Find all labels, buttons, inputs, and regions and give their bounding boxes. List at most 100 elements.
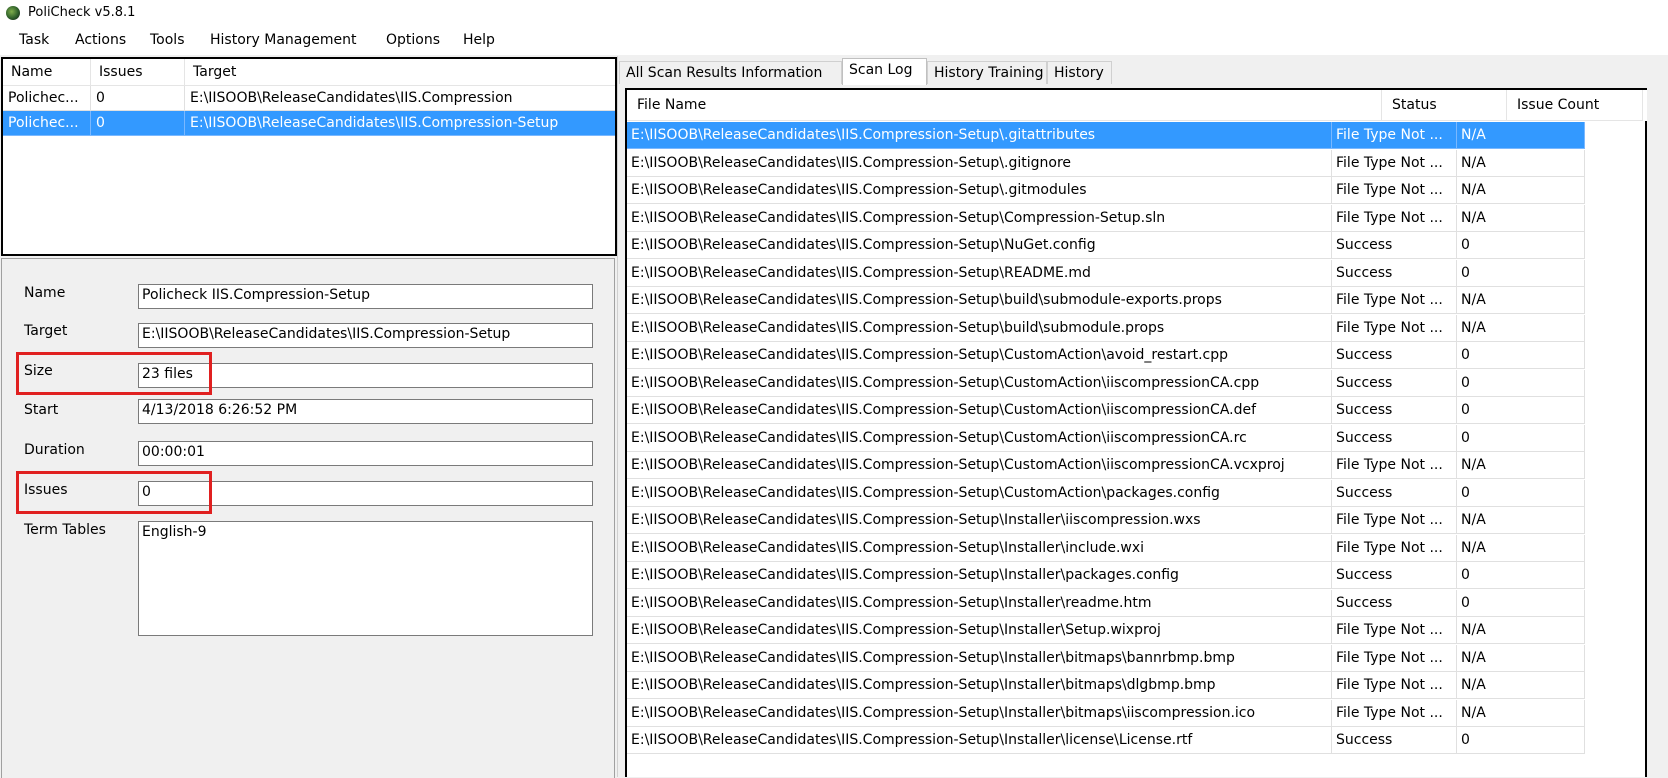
status-cell: File Type Not ... <box>1332 672 1457 699</box>
file-name-cell: E:\IISOOB\ReleaseCandidates\IIS.Compress… <box>627 232 1332 259</box>
term-tables-label: Term Tables <box>24 522 106 538</box>
issue-count-cell: N/A <box>1457 617 1585 644</box>
status-cell: File Type Not ... <box>1332 149 1457 177</box>
issue-count-cell: N/A <box>1457 452 1585 479</box>
column-header-status[interactable]: Status <box>1382 90 1507 121</box>
scan-log-grid: File Name Status Issue Count E:\IISOOB\R… <box>625 88 1647 777</box>
file-name-cell: E:\IISOOB\ReleaseCandidates\IIS.Compress… <box>627 314 1332 342</box>
issue-count-cell: N/A <box>1457 314 1585 342</box>
status-cell: File Type Not ... <box>1332 534 1457 562</box>
issue-count-cell: 0 <box>1457 424 1585 452</box>
status-cell: Success <box>1332 232 1457 259</box>
scan-issues: 0 <box>91 111 185 136</box>
issue-count-cell: N/A <box>1457 672 1585 699</box>
scan-log-header: File Name Status Issue Count <box>627 90 1647 121</box>
status-cell: File Type Not ... <box>1332 452 1457 479</box>
issue-count-cell: 0 <box>1457 259 1585 287</box>
issue-count-cell: 0 <box>1457 727 1585 754</box>
tab-all-scan-results[interactable]: All Scan Results Information <box>619 61 842 84</box>
tab-history-training[interactable]: History Training <box>927 61 1047 84</box>
term-tables-field[interactable]: English-9 <box>138 521 593 636</box>
menu-history-management[interactable]: History Management <box>210 32 356 48</box>
file-name-cell: E:\IISOOB\ReleaseCandidates\IIS.Compress… <box>627 562 1332 589</box>
file-name-cell: E:\IISOOB\ReleaseCandidates\IIS.Compress… <box>627 369 1332 397</box>
issue-count-cell: N/A <box>1457 534 1585 562</box>
file-name-cell: E:\IISOOB\ReleaseCandidates\IIS.Compress… <box>627 727 1332 754</box>
issue-count-cell: 0 <box>1457 589 1585 617</box>
name-field[interactable]: Policheck IIS.Compression-Setup <box>138 284 593 309</box>
status-cell: Success <box>1332 424 1457 452</box>
status-cell: Success <box>1332 397 1457 424</box>
column-header-name[interactable]: Name <box>3 59 91 85</box>
target-label: Target <box>24 323 68 339</box>
file-name-cell: E:\IISOOB\ReleaseCandidates\IIS.Compress… <box>627 699 1332 727</box>
scan-target: E:\IISOOB\ReleaseCandidates\IIS.Compress… <box>185 111 615 136</box>
file-name-cell: E:\IISOOB\ReleaseCandidates\IIS.Compress… <box>627 287 1332 314</box>
status-cell: Success <box>1332 727 1457 754</box>
scan-row-selected[interactable]: Polichec... 0 E:\IISOOB\ReleaseCandidate… <box>3 111 615 136</box>
issue-count-cell: 0 <box>1457 342 1585 369</box>
status-cell: Success <box>1332 369 1457 397</box>
status-cell: File Type Not ... <box>1332 314 1457 342</box>
menu-bar: Task Actions Tools History Management Op… <box>0 27 1668 55</box>
duration-field[interactable]: 00:00:01 <box>138 441 593 466</box>
file-name-cell: E:\IISOOB\ReleaseCandidates\IIS.Compress… <box>627 644 1332 672</box>
file-name-cell: E:\IISOOB\ReleaseCandidates\IIS.Compress… <box>627 149 1332 177</box>
status-cell: Success <box>1332 562 1457 589</box>
menu-tools[interactable]: Tools <box>150 32 185 48</box>
tab-scan-log[interactable]: Scan Log <box>842 58 927 85</box>
status-cell: Success <box>1332 342 1457 369</box>
scan-list: Name Issues Target Polichec... 0 E:\IISO… <box>1 57 617 256</box>
window-title: PoliCheck v5.8.1 <box>28 5 136 20</box>
file-name-cell: E:\IISOOB\ReleaseCandidates\IIS.Compress… <box>627 397 1332 424</box>
status-cell: File Type Not ... <box>1332 617 1457 644</box>
app-logo-icon <box>6 6 20 20</box>
status-cell: File Type Not ... <box>1332 177 1457 204</box>
menu-help[interactable]: Help <box>463 32 495 48</box>
column-header-file-name[interactable]: File Name <box>627 90 1382 121</box>
menu-options[interactable]: Options <box>386 32 440 48</box>
menu-actions[interactable]: Actions <box>75 32 126 48</box>
column-header-target[interactable]: Target <box>185 59 615 85</box>
file-name-cell: E:\IISOOB\ReleaseCandidates\IIS.Compress… <box>627 534 1332 562</box>
file-name-cell: E:\IISOOB\ReleaseCandidates\IIS.Compress… <box>627 424 1332 452</box>
column-header-issues[interactable]: Issues <box>91 59 185 85</box>
issue-count-cell: N/A <box>1457 287 1585 314</box>
scan-list-header: Name Issues Target <box>3 59 615 86</box>
status-cell: File Type Not ... <box>1332 699 1457 727</box>
scan-row[interactable]: Polichec... 0 E:\IISOOB\ReleaseCandidate… <box>3 86 615 111</box>
target-field[interactable]: E:\IISOOB\ReleaseCandidates\IIS.Compress… <box>138 323 593 348</box>
file-name-cell: E:\IISOOB\ReleaseCandidates\IIS.Compress… <box>627 177 1332 204</box>
status-cell: Success <box>1332 259 1457 287</box>
start-field[interactable]: 4/13/2018 6:26:52 PM <box>138 399 593 424</box>
status-cell: File Type Not ... <box>1332 644 1457 672</box>
issue-count-cell: 0 <box>1457 232 1585 259</box>
scan-name: Polichec... <box>3 86 91 111</box>
issue-count-cell: 0 <box>1457 479 1585 507</box>
splitter[interactable] <box>617 56 618 777</box>
file-name-cell: E:\IISOOB\ReleaseCandidates\IIS.Compress… <box>627 342 1332 369</box>
menu-task[interactable]: Task <box>19 32 49 48</box>
highlight-box-size <box>16 352 212 395</box>
issue-count-cell: 0 <box>1457 397 1585 424</box>
status-cell: File Type Not ... <box>1332 507 1457 534</box>
title-bar: PoliCheck v5.8.1 <box>0 0 1668 27</box>
tab-history[interactable]: History <box>1047 61 1112 84</box>
scan-issues: 0 <box>91 86 185 111</box>
file-name-cell: E:\IISOOB\ReleaseCandidates\IIS.Compress… <box>627 452 1332 479</box>
scan-details-panel: Name Policheck IIS.Compression-Setup Tar… <box>1 258 615 778</box>
name-label: Name <box>24 285 66 301</box>
status-cell: Success <box>1332 589 1457 617</box>
status-cell: File Type Not ... <box>1332 204 1457 232</box>
issue-count-cell: N/A <box>1457 122 1585 149</box>
issue-count-cell: N/A <box>1457 507 1585 534</box>
issue-count-cell: N/A <box>1457 149 1585 177</box>
column-header-issue-count[interactable]: Issue Count <box>1507 90 1643 121</box>
file-name-cell: E:\IISOOB\ReleaseCandidates\IIS.Compress… <box>627 589 1332 617</box>
highlight-box-issues <box>16 471 212 514</box>
status-cell: Success <box>1332 479 1457 507</box>
status-cell: File Type Not ... <box>1332 122 1457 149</box>
issue-count-cell: 0 <box>1457 562 1585 589</box>
issue-count-cell: N/A <box>1457 644 1585 672</box>
file-name-cell: E:\IISOOB\ReleaseCandidates\IIS.Compress… <box>627 479 1332 507</box>
